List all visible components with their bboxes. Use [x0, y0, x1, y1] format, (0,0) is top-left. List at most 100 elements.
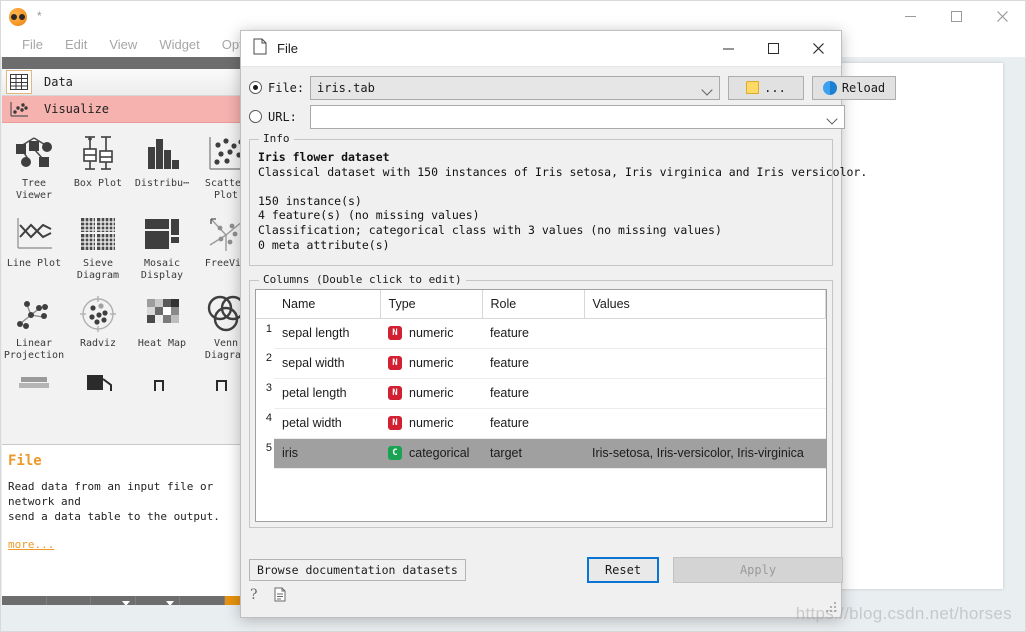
widget-box-plot[interactable]: Box Plot — [66, 129, 130, 209]
widget-partial-4[interactable] — [194, 369, 244, 391]
info-groupbox-title: Info — [259, 132, 294, 145]
cell-values — [584, 318, 826, 349]
reload-button[interactable]: Reload — [812, 75, 896, 100]
widget-scatter-plot[interactable]: Scatter Plot — [194, 129, 244, 209]
widget-label: Tree Viewer — [15, 178, 53, 201]
row-index: 4 — [256, 408, 274, 438]
menu-file[interactable]: File — [11, 37, 54, 52]
url-radio-label: URL: — [268, 109, 297, 124]
widget-help-panel: File Read data from an input file or net… — [2, 444, 244, 596]
column-header-type[interactable]: Type — [380, 290, 483, 319]
help-description: Read data from an input file or network … — [8, 480, 220, 523]
dialog-resize-grip[interactable] — [826, 602, 838, 614]
report-document-icon[interactable] — [274, 587, 286, 607]
table-row[interactable]: 4 petal width N numeric feature — [256, 408, 826, 439]
widget-distributions[interactable]: Distribu⋯ — [130, 129, 194, 209]
reload-icon — [822, 80, 837, 95]
question-mark-icon[interactable]: ? — [249, 586, 262, 607]
menu-edit[interactable]: Edit — [54, 37, 98, 52]
main-maximize-button[interactable] — [933, 1, 979, 31]
widget-radviz[interactable]: Radviz — [66, 289, 130, 369]
info-text: Iris flower dataset Classical dataset wi… — [250, 140, 867, 252]
widget-heat-map[interactable]: Heat Map — [130, 289, 194, 369]
cell-values — [584, 408, 826, 439]
table-row[interactable]: 2 sepal width N numeric feature — [256, 348, 826, 379]
url-radio[interactable] — [249, 110, 262, 123]
cell-type: C categorical — [380, 438, 482, 469]
toolbox-category-visualize-label: Visualize — [44, 102, 110, 116]
main-minimize-button[interactable] — [887, 1, 933, 31]
reload-button-label: Reload — [841, 80, 886, 95]
cell-type: N numeric — [380, 378, 482, 409]
numeric-type-icon: N — [388, 386, 402, 400]
toolbox-category-visualize[interactable]: Visualize — [2, 96, 244, 123]
apply-button[interactable]: Apply — [673, 557, 843, 583]
widget-label: Distribu⋯ — [134, 178, 190, 189]
widget-freeviz[interactable]: FreeVi⋯ — [194, 209, 244, 289]
widget-partial-2[interactable] — [66, 369, 130, 391]
table-row[interactable]: 1 sepal length N numeric feature — [256, 318, 826, 349]
bracket-icon-b — [204, 373, 244, 391]
table-row[interactable]: 5 iris C categorical target Iris-setosa, — [256, 438, 826, 469]
scatter-plot-icon — [6, 97, 32, 121]
dialog-maximize-button[interactable] — [751, 31, 796, 67]
browse-documentation-datasets-button[interactable]: Browse documentation datasets — [249, 559, 466, 581]
widget-sieve-diagram[interactable]: Sieve Diagram — [66, 209, 130, 289]
folder-icon — [746, 81, 760, 94]
file-radio[interactable] — [249, 81, 262, 94]
chevron-down-icon — [826, 112, 838, 125]
widget-label: Scatter Plot — [204, 178, 244, 201]
row-index: 2 — [256, 348, 274, 378]
widget-row-partial — [2, 369, 244, 391]
columns-table: Name Type Role Values 1 sepal length N n… — [256, 290, 826, 469]
widget-partial-3[interactable] — [130, 369, 194, 391]
reset-button[interactable]: Reset — [587, 557, 659, 583]
cell-role: feature — [482, 348, 584, 379]
categorical-type-icon: C — [388, 446, 402, 460]
widget-partial-1[interactable] — [2, 369, 66, 391]
columns-table-container[interactable]: Name Type Role Values 1 sepal length N n… — [255, 289, 827, 522]
toolbox-category-data[interactable]: Data — [2, 69, 244, 96]
index-header — [256, 290, 274, 319]
dialog-close-button[interactable] — [796, 31, 841, 67]
document-icon — [253, 38, 267, 60]
dialog-minimize-button[interactable] — [706, 31, 751, 67]
cell-values — [584, 348, 826, 379]
tree-viewer-icon — [12, 133, 56, 175]
widget-tree-viewer[interactable]: Tree Viewer — [2, 129, 66, 209]
main-close-button[interactable] — [979, 1, 1025, 31]
url-combobox[interactable] — [310, 104, 845, 129]
scatter-plot-icon — [204, 133, 244, 175]
column-header-role[interactable]: Role — [482, 290, 585, 319]
widget-label: Heat Map — [137, 338, 187, 349]
widget-linear-projection[interactable]: Linear Projection — [2, 289, 66, 369]
cell-name: petal width — [274, 408, 380, 439]
column-header-name[interactable]: Name — [274, 290, 381, 319]
cell-name: iris — [274, 438, 380, 469]
cell-type-label: numeric — [409, 356, 454, 370]
help-title: File — [8, 453, 42, 469]
dialog-title: File — [277, 41, 298, 56]
file-path-combobox[interactable]: iris.tab — [310, 75, 720, 100]
menu-widget[interactable]: Widget — [148, 37, 210, 52]
widget-line-plot[interactable]: Line Plot — [2, 209, 66, 289]
menu-view[interactable]: View — [98, 37, 148, 52]
info-line-4: 4 feature(s) (no missing values) — [258, 208, 480, 223]
widget-venn-diagram[interactable]: Venn Diagram — [194, 289, 244, 369]
widget-label: FreeVi⋯ — [204, 258, 244, 269]
linear-projection-icon — [12, 293, 56, 335]
widget-mosaic-display[interactable]: Mosaic Display — [130, 209, 194, 289]
sieve-diagram-icon — [76, 213, 120, 255]
dialog-window-controls — [706, 31, 841, 67]
orange-logo-icon — [9, 7, 27, 26]
cell-role: feature — [482, 318, 584, 349]
help-more-link[interactable]: more... — [8, 538, 54, 551]
column-header-values[interactable]: Values — [584, 290, 826, 319]
file-source-row: File: iris.tab ... Reload — [249, 75, 896, 100]
dialog-footer-icons: ? — [249, 586, 286, 607]
table-row[interactable]: 3 petal length N numeric feature — [256, 378, 826, 409]
widget-label: Mosaic Display — [140, 258, 184, 281]
browse-file-button[interactable]: ... — [728, 75, 804, 100]
cell-name: sepal length — [274, 318, 380, 349]
dialog-footer: Browse documentation datasets Reset Appl… — [249, 557, 843, 583]
